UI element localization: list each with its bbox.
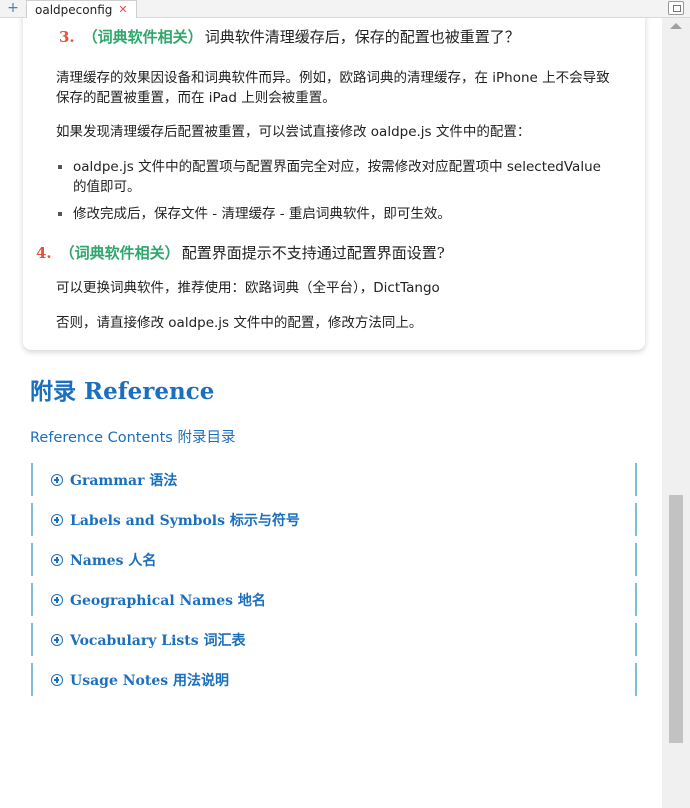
expand-plus-icon — [51, 513, 63, 526]
reference-item-geographical-names[interactable]: Geographical Names 地名 — [31, 583, 637, 616]
tab-oaldpeconfig[interactable]: oaldpeconfig ✕ — [26, 0, 137, 18]
reference-contents-link[interactable]: Reference Contents 附录目录 — [30, 426, 235, 447]
expand-plus-icon — [51, 473, 63, 486]
reference-item-label: Names 人名 — [70, 552, 157, 569]
reference-item-vocabulary-lists[interactable]: Vocabulary Lists 词汇表 — [31, 623, 637, 656]
question-tag: （词典软件相关） — [82, 28, 203, 46]
list-item: 修改完成后，保存文件 - 清理缓存 - 重启词典软件，即可生效。 — [58, 204, 614, 224]
question-text: 配置界面提示不支持通过配置界面设置? — [181, 244, 445, 262]
scroll-up-arrow-icon[interactable] — [670, 23, 682, 29]
reference-item-labels-symbols[interactable]: Labels and Symbols 标示与符号 — [31, 503, 637, 536]
reference-item-label: Labels and Symbols 标示与符号 — [70, 512, 300, 529]
tab-bar: + oaldpeconfig ✕ — [0, 0, 690, 18]
vertical-scrollbar[interactable] — [662, 18, 690, 808]
answer-paragraph: 可以更换词典软件，推荐使用：欧路词典（全平台），DictTango — [56, 280, 440, 296]
question-number: 3. — [59, 28, 75, 46]
expand-plus-icon — [51, 593, 63, 606]
page-content: 3. （词典软件相关） 词典软件清理缓存后，保存的配置也被重置了？ 清理缓存的效… — [0, 18, 662, 808]
reference-item-label: Grammar 语法 — [70, 472, 178, 489]
reference-item-label: Usage Notes 用法说明 — [70, 672, 229, 689]
list-item-text: oaldpe.js 文件中的配置项与配置界面完全对应，按需修改对应配置项中 se… — [73, 159, 601, 195]
reference-item-grammar[interactable]: Grammar 语法 — [31, 463, 637, 496]
close-icon[interactable]: ✕ — [118, 4, 127, 15]
faq-card: 3. （词典软件相关） 词典软件清理缓存后，保存的配置也被重置了？ 清理缓存的效… — [23, 18, 645, 350]
tab-title: oaldpeconfig — [35, 2, 113, 17]
answer-paragraph: 否则，请直接修改 oaldpe.js 文件中的配置，修改方法同上。 — [56, 315, 423, 331]
bullet-icon — [58, 212, 62, 216]
bullet-icon — [58, 165, 62, 169]
scrollbar-thumb[interactable] — [669, 495, 683, 743]
expand-plus-icon — [51, 673, 63, 686]
expand-plus-icon — [51, 553, 63, 566]
list-item-text: 修改完成后，保存文件 - 清理缓存 - 重启词典软件，即可生效。 — [73, 206, 451, 222]
window-restore-icon[interactable] — [668, 1, 684, 15]
reference-item-usage-notes[interactable]: Usage Notes 用法说明 — [31, 663, 637, 696]
faq-question-3: 3. （词典软件相关） 词典软件清理缓存后，保存的配置也被重置了？ — [59, 26, 520, 47]
reference-item-names[interactable]: Names 人名 — [31, 543, 637, 576]
reference-item-label: Geographical Names 地名 — [70, 592, 266, 609]
reference-item-label: Vocabulary Lists 词汇表 — [70, 632, 246, 649]
question-text: 词典软件清理缓存后，保存的配置也被重置了？ — [204, 28, 520, 46]
list-item: oaldpe.js 文件中的配置项与配置界面完全对应，按需修改对应配置项中 se… — [58, 157, 614, 197]
faq-question-4: 4. （词典软件相关） 配置界面提示不支持通过配置界面设置? — [36, 242, 445, 263]
question-number: 4. — [36, 244, 52, 262]
expand-plus-icon — [51, 633, 63, 646]
new-tab-plus-icon[interactable]: + — [6, 1, 20, 15]
question-tag: （词典软件相关） — [59, 244, 180, 262]
answer-paragraph: 如果发现清理缓存后配置被重置，可以尝试直接修改 oaldpe.js 文件中的配置… — [56, 124, 531, 140]
answer-paragraph: 清理缓存的效果因设备和词典软件而异。例如，欧路词典的清理缓存，在 iPhone … — [56, 70, 610, 106]
appendix-title: 附录 Reference — [30, 378, 215, 405]
